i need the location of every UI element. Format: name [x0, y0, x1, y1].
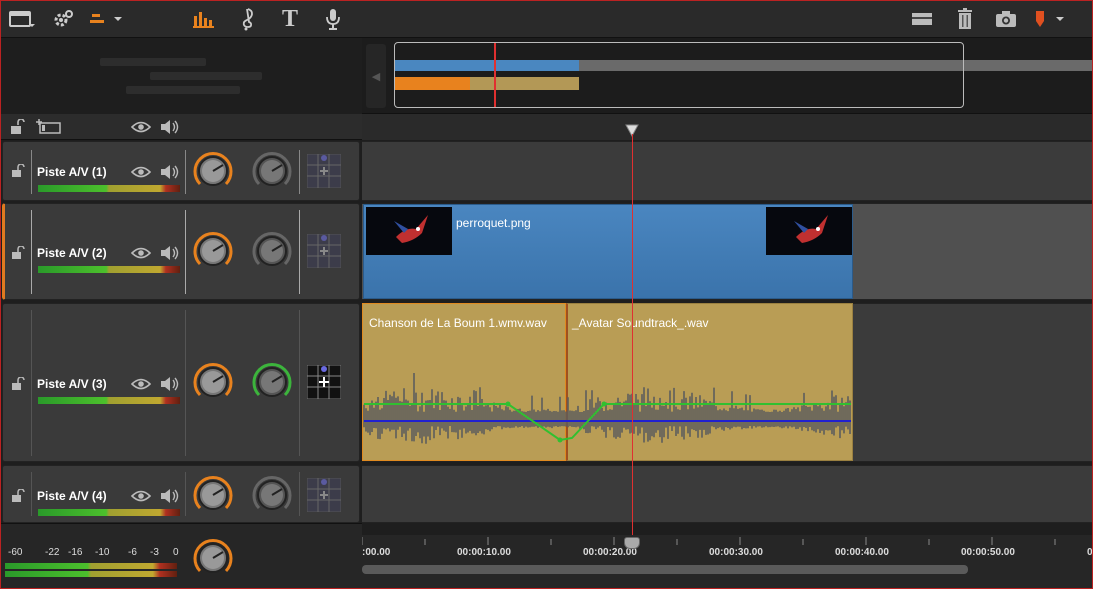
visibility-all-icon[interactable] [131, 120, 151, 134]
db-label: 0 [173, 547, 179, 558]
master-level-meter-left [5, 563, 177, 569]
track-level-meter [38, 509, 180, 516]
db-label: -3 [150, 547, 159, 558]
ruler-label: 00:00:10.00 [457, 547, 511, 558]
track-lock-icon[interactable] [11, 377, 27, 391]
track-pan-knob[interactable] [251, 230, 293, 272]
track-audio-icon[interactable] [159, 244, 179, 262]
master-volume-knob[interactable] [192, 537, 234, 579]
track-visibility-icon[interactable] [131, 246, 151, 260]
track-header-row [0, 114, 1093, 140]
master-level-meter-right [5, 571, 177, 577]
track-visibility-icon[interactable] [131, 165, 151, 179]
track-pan-knob[interactable] [251, 150, 293, 192]
timeline-navigator: ◀ [0, 38, 1093, 114]
navigator-view-window[interactable] [394, 42, 964, 108]
db-label: -10 [95, 547, 110, 558]
settings-icon[interactable] [50, 6, 76, 32]
playhead-line[interactable] [632, 134, 633, 539]
track-name[interactable]: Piste A/V (3) [37, 377, 107, 391]
track-surround-icon[interactable] [307, 154, 341, 188]
layout-icon[interactable] [8, 6, 36, 32]
split-icon[interactable] [910, 6, 934, 32]
title-glyph: T [281, 5, 298, 32]
playhead-handle[interactable] [624, 537, 640, 549]
ruler-ticks [362, 537, 1056, 545]
clip-thumbnail-end [766, 207, 852, 255]
ruler-label: 0 [1087, 547, 1093, 558]
track-pan-knob[interactable] [251, 474, 293, 516]
ruler-label: 00:00:30.00 [709, 547, 763, 558]
track-surround-icon[interactable] [307, 365, 341, 399]
clip-thumbnail-start [366, 207, 452, 255]
track-header-2[interactable]: Piste A/V (2) [2, 203, 360, 300]
timeline-scrollbar[interactable] [362, 565, 968, 574]
track-volume-knob[interactable] [192, 474, 234, 516]
track-level-meter [38, 266, 180, 273]
track-name[interactable]: Piste A/V (4) [37, 489, 107, 503]
track-surround-icon[interactable] [307, 234, 341, 268]
track-name[interactable]: Piste A/V (1) [37, 165, 107, 179]
marker-icon[interactable] [1030, 6, 1070, 32]
track-volume-knob[interactable] [192, 230, 234, 272]
db-label: -60 [8, 547, 23, 558]
ruler-label: 00:00:40.00 [835, 547, 889, 558]
lock-all-icon[interactable] [10, 119, 28, 135]
track-audio-icon[interactable] [159, 487, 179, 505]
db-label: -22 [45, 547, 60, 558]
track-lock-icon[interactable] [11, 246, 27, 260]
delete-icon[interactable] [954, 6, 976, 32]
audio-mixer-icon[interactable] [192, 6, 216, 32]
ruler-label: :00.00 [362, 547, 391, 558]
track-visibility-icon[interactable] [131, 489, 151, 503]
track-volume-knob[interactable] [192, 361, 234, 403]
db-label: -16 [68, 547, 83, 558]
navigator-placeholder [0, 38, 362, 114]
track-audio-icon[interactable] [159, 163, 179, 181]
volume-envelope[interactable] [362, 390, 853, 450]
add-track-icon[interactable] [36, 118, 62, 136]
image-clip[interactable]: perroquet.png [363, 204, 853, 299]
clip-title: _Avatar Soundtrack_.wav [572, 316, 709, 330]
main-toolbar: T [0, 0, 1093, 38]
track-header-1[interactable]: Piste A/V (1) [2, 141, 360, 201]
timeline-options-icon[interactable] [88, 6, 124, 32]
track-header-3[interactable]: Piste A/V (3) [2, 303, 360, 462]
track-visibility-icon[interactable] [131, 377, 151, 391]
clip-title: perroquet.png [456, 216, 531, 230]
track-lane-1[interactable] [362, 141, 1093, 201]
ruler-label: 00:00:50.00 [961, 547, 1015, 558]
title-icon[interactable]: T [278, 6, 302, 32]
timeline-header-strip [362, 114, 1093, 140]
track-lock-icon[interactable] [11, 164, 27, 178]
audio-all-icon[interactable] [159, 118, 179, 136]
track-level-meter [38, 185, 180, 192]
time-ruler[interactable]: :00.00 00:00:10.00 00:00:20.00 00:00:30.… [362, 535, 1093, 589]
track-surround-icon[interactable] [307, 478, 341, 512]
track-pan-knob[interactable] [251, 361, 293, 403]
navigator-scroll-left-icon[interactable]: ◀ [366, 44, 386, 108]
track-lane-4[interactable] [362, 465, 1093, 523]
track-lock-icon[interactable] [11, 489, 27, 503]
db-label: -6 [128, 547, 137, 558]
track-name[interactable]: Piste A/V (2) [37, 246, 107, 260]
track-header-4[interactable]: Piste A/V (4) [2, 465, 360, 523]
clip-title: Chanson de La Boum 1.wmv.wav [369, 316, 547, 330]
track-audio-icon[interactable] [159, 375, 179, 393]
music-icon[interactable] [236, 6, 260, 32]
track-volume-knob[interactable] [192, 150, 234, 192]
voiceover-icon[interactable] [322, 6, 344, 32]
track-level-meter [38, 397, 180, 404]
snapshot-icon[interactable] [994, 6, 1018, 32]
